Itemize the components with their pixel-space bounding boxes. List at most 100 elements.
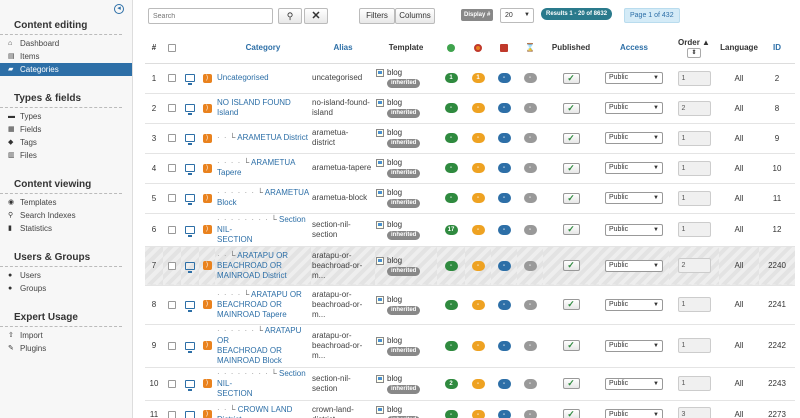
category-link[interactable]: · · └ ARATAPU OR BEACHROAD OR MAINROAD Dis… — [215, 245, 311, 285]
published-count[interactable]: - — [444, 163, 458, 173]
unpublished-count[interactable]: - — [471, 299, 485, 310]
sidebar-item-items[interactable]: ▤ Items — [0, 50, 132, 63]
access-select[interactable]: Public ▼ — [605, 192, 663, 204]
access-select[interactable]: Public ▼ — [605, 408, 663, 418]
trashed-count[interactable]: - — [523, 409, 537, 418]
published-toggle[interactable]: ✓ — [562, 409, 580, 418]
published-toggle[interactable]: ✓ — [562, 102, 580, 114]
table-row[interactable]: 2 ) NO ISLAND FOUND Island no-island-foun… — [145, 92, 795, 123]
monitor-icon[interactable] — [185, 300, 195, 312]
order-input[interactable]: 1 — [677, 376, 711, 391]
rss-feed-icon[interactable]: ) — [202, 103, 212, 113]
col-access-header[interactable]: Access — [599, 33, 669, 64]
table-row[interactable]: 6 ) · · · · · · · · └ Section NIL- SECTIO… — [145, 212, 795, 246]
category-link[interactable]: · · · · └ ARATAPU OR BEACHROAD OR MAINROAD… — [215, 284, 311, 324]
sidebar-item-plugins[interactable]: ✎ Plugins — [0, 342, 132, 355]
monitor-icon[interactable] — [185, 379, 195, 391]
monitor-icon[interactable] — [185, 411, 195, 418]
row-checkbox[interactable] — [168, 225, 176, 234]
unpublished-count[interactable]: - — [471, 133, 485, 143]
unpublished-count[interactable]: - — [471, 378, 485, 389]
row-checkbox[interactable] — [168, 300, 176, 309]
col-alias-header[interactable]: Alias — [311, 33, 375, 64]
published-count[interactable]: - — [444, 103, 458, 113]
published-count[interactable]: - — [444, 340, 458, 351]
monitor-icon[interactable] — [185, 164, 195, 176]
access-select[interactable]: Public ▼ — [605, 162, 663, 174]
order-input[interactable]: 1 — [677, 160, 711, 176]
unpublished-count[interactable]: - — [471, 260, 485, 271]
monitor-icon[interactable] — [185, 104, 195, 116]
rss-feed-icon[interactable]: ) — [202, 163, 212, 173]
category-link[interactable]: NO ISLAND FOUND Island — [215, 92, 311, 123]
table-row[interactable]: 3 ) · · └ ARAMETUA District arametua-dis… — [145, 122, 795, 153]
published-toggle[interactable]: ✓ — [562, 224, 580, 235]
table-row[interactable]: 10 ) · · · · · · · · └ Section NIL- SECTI… — [145, 366, 795, 400]
table-row[interactable]: 1 ) Uncategorised uncategorised blog inhe… — [145, 62, 795, 93]
col-category-header[interactable]: Category — [215, 33, 311, 64]
row-checkbox[interactable] — [168, 74, 176, 83]
access-select[interactable]: Public ▼ — [605, 298, 663, 311]
published-count[interactable]: - — [444, 133, 458, 143]
archived-count[interactable]: - — [497, 378, 511, 389]
published-count[interactable]: - — [444, 409, 458, 418]
order-input[interactable]: 1 — [677, 70, 711, 86]
access-select[interactable]: Public ▼ — [605, 72, 663, 84]
category-link[interactable]: · · · · · · └ ARAMETUA Block — [215, 182, 311, 213]
unpublished-count[interactable]: - — [471, 103, 485, 113]
row-checkbox[interactable] — [168, 379, 176, 388]
row-checkbox[interactable] — [168, 164, 176, 173]
trashed-count[interactable]: - — [523, 340, 537, 351]
sidebar-item-categories[interactable]: ▰ Categories — [0, 63, 132, 76]
archived-count[interactable]: - — [497, 409, 511, 418]
collapse-sidebar-icon[interactable]: ◂ — [114, 4, 124, 14]
clear-search-button[interactable]: ✕ — [304, 8, 328, 24]
monitor-icon[interactable] — [185, 341, 195, 353]
category-link[interactable]: · · · · └ ARAMETUA Tapere — [215, 152, 311, 183]
trashed-count[interactable]: - — [523, 103, 537, 113]
table-row[interactable]: 4 ) · · · · └ ARAMETUA Tapere arametua-ta… — [145, 152, 795, 183]
trashed-count[interactable]: - — [523, 163, 537, 173]
search-input[interactable] — [148, 8, 273, 24]
published-toggle[interactable]: ✓ — [562, 340, 580, 351]
monitor-icon[interactable] — [185, 194, 195, 206]
rss-feed-icon[interactable]: ) — [202, 341, 212, 351]
published-toggle[interactable]: ✓ — [562, 132, 580, 144]
published-count[interactable]: - — [444, 299, 458, 310]
table-row[interactable]: 9 ) · · · · · · └ ARATAPU OR BEACHROAD OR… — [145, 323, 795, 367]
table-row[interactable]: 5 ) · · · · · · └ ARAMETUA Block arametua… — [145, 182, 795, 213]
published-count[interactable]: 2 — [444, 378, 458, 389]
unpublished-count[interactable]: - — [471, 163, 485, 173]
row-checkbox[interactable] — [168, 134, 176, 143]
trashed-count[interactable]: - — [523, 73, 537, 83]
select-all-checkbox[interactable] — [168, 44, 176, 53]
row-checkbox[interactable] — [168, 341, 176, 350]
sidebar-item-groups[interactable]: ● Groups — [0, 282, 132, 295]
published-count[interactable]: 1 — [444, 73, 458, 83]
monitor-icon[interactable] — [185, 225, 195, 237]
rss-feed-icon[interactable]: ) — [202, 300, 212, 310]
sidebar-item-tags[interactable]: ◆ Tags — [0, 136, 132, 149]
archived-count[interactable]: - — [497, 73, 511, 83]
access-select[interactable]: Public ▼ — [605, 132, 663, 144]
trashed-count[interactable]: - — [523, 378, 537, 389]
monitor-icon[interactable] — [185, 134, 195, 146]
trashed-count[interactable]: - — [523, 133, 537, 143]
sidebar-item-statistics[interactable]: ▮ Statistics — [0, 222, 132, 235]
order-input[interactable]: 1 — [677, 130, 711, 146]
sidebar-item-types[interactable]: ▬ Types — [0, 110, 132, 123]
order-input[interactable]: 3 — [677, 407, 711, 418]
rss-feed-icon[interactable]: ) — [202, 133, 212, 143]
order-input[interactable]: 1 — [677, 222, 711, 237]
col-select-all[interactable] — [163, 33, 181, 64]
sidebar-item-search-indexes[interactable]: ⚲ Search Indexes — [0, 209, 132, 222]
unpublished-count[interactable]: - — [471, 340, 485, 351]
sidebar-item-users[interactable]: ● Users — [0, 269, 132, 282]
published-toggle[interactable]: ✓ — [562, 260, 580, 271]
category-link[interactable]: · · └ CROWN LANDDistrict — [215, 399, 311, 418]
rss-feed-icon[interactable]: ) — [202, 225, 212, 235]
save-order-button[interactable]: ⇕ — [687, 47, 701, 58]
row-checkbox[interactable] — [168, 261, 176, 270]
unpublished-count[interactable]: - — [471, 224, 485, 235]
archived-count[interactable]: - — [497, 299, 511, 310]
